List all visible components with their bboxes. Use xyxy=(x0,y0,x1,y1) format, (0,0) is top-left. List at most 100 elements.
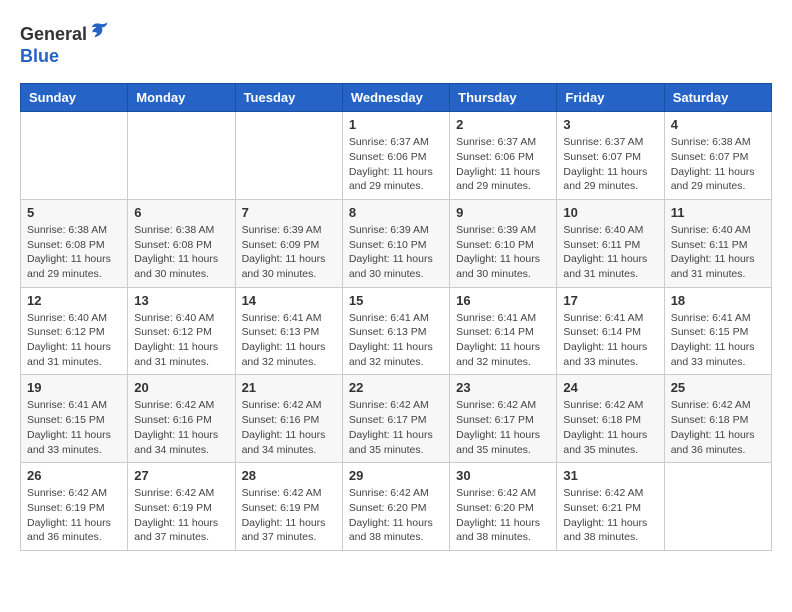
day-cell: 4 Sunrise: 6:38 AMSunset: 6:07 PMDaylight… xyxy=(664,112,771,200)
week-row-5: 26 Sunrise: 6:42 AMSunset: 6:19 PMDayligh… xyxy=(21,463,772,551)
day-info: Sunrise: 6:38 AMSunset: 6:08 PMDaylight:… xyxy=(27,223,121,282)
day-number: 15 xyxy=(349,293,443,308)
day-number: 24 xyxy=(563,380,657,395)
day-info: Sunrise: 6:42 AMSunset: 6:19 PMDaylight:… xyxy=(134,486,228,545)
day-info: Sunrise: 6:40 AMSunset: 6:11 PMDaylight:… xyxy=(671,223,765,282)
day-number: 5 xyxy=(27,205,121,220)
day-cell: 18 Sunrise: 6:41 AMSunset: 6:15 PMDayligh… xyxy=(664,287,771,375)
day-info: Sunrise: 6:38 AMSunset: 6:07 PMDaylight:… xyxy=(671,135,765,194)
day-info: Sunrise: 6:42 AMSunset: 6:18 PMDaylight:… xyxy=(563,398,657,457)
day-cell: 21 Sunrise: 6:42 AMSunset: 6:16 PMDayligh… xyxy=(235,375,342,463)
day-info: Sunrise: 6:42 AMSunset: 6:16 PMDaylight:… xyxy=(242,398,336,457)
day-cell xyxy=(235,112,342,200)
day-number: 21 xyxy=(242,380,336,395)
day-info: Sunrise: 6:39 AMSunset: 6:10 PMDaylight:… xyxy=(349,223,443,282)
day-cell: 9 Sunrise: 6:39 AMSunset: 6:10 PMDaylight… xyxy=(450,199,557,287)
day-cell: 16 Sunrise: 6:41 AMSunset: 6:14 PMDayligh… xyxy=(450,287,557,375)
day-cell: 20Sunrise: 6:42 AMSunset: 6:16 PMDayligh… xyxy=(128,375,235,463)
day-info: Sunrise: 6:40 AMSunset: 6:12 PMDaylight:… xyxy=(27,311,121,370)
day-cell: 17 Sunrise: 6:41 AMSunset: 6:14 PMDayligh… xyxy=(557,287,664,375)
day-number: 4 xyxy=(671,117,765,132)
day-info: Sunrise: 6:39 AMSunset: 6:10 PMDaylight:… xyxy=(456,223,550,282)
col-header-thursday: Thursday xyxy=(450,84,557,112)
day-cell xyxy=(664,463,771,551)
day-number: 8 xyxy=(349,205,443,220)
day-number: 10 xyxy=(563,205,657,220)
day-cell: 31 Sunrise: 6:42 AMSunset: 6:21 PMDayligh… xyxy=(557,463,664,551)
day-info: Sunrise: 6:41 AMSunset: 6:14 PMDaylight:… xyxy=(563,311,657,370)
day-cell: 12Sunrise: 6:40 AMSunset: 6:12 PMDayligh… xyxy=(21,287,128,375)
day-info: Sunrise: 6:40 AMSunset: 6:12 PMDaylight:… xyxy=(134,311,228,370)
calendar-header-row: SundayMondayTuesdayWednesdayThursdayFrid… xyxy=(21,84,772,112)
day-info: Sunrise: 6:42 AMSunset: 6:20 PMDaylight:… xyxy=(349,486,443,545)
day-number: 1 xyxy=(349,117,443,132)
day-info: Sunrise: 6:42 AMSunset: 6:17 PMDaylight:… xyxy=(456,398,550,457)
week-row-2: 5 Sunrise: 6:38 AMSunset: 6:08 PMDaylight… xyxy=(21,199,772,287)
day-cell: 22Sunrise: 6:42 AMSunset: 6:17 PMDayligh… xyxy=(342,375,449,463)
day-number: 13 xyxy=(134,293,228,308)
day-cell: 1 Sunrise: 6:37 AMSunset: 6:06 PMDaylight… xyxy=(342,112,449,200)
day-cell: 2Sunrise: 6:37 AMSunset: 6:06 PMDaylight… xyxy=(450,112,557,200)
day-cell: 15 Sunrise: 6:41 AMSunset: 6:13 PMDayligh… xyxy=(342,287,449,375)
day-info: Sunrise: 6:42 AMSunset: 6:21 PMDaylight:… xyxy=(563,486,657,545)
day-cell: 11 Sunrise: 6:40 AMSunset: 6:11 PMDayligh… xyxy=(664,199,771,287)
day-number: 9 xyxy=(456,205,550,220)
day-number: 23 xyxy=(456,380,550,395)
day-info: Sunrise: 6:42 AMSunset: 6:17 PMDaylight:… xyxy=(349,398,443,457)
logo-bird-icon xyxy=(89,20,109,40)
day-cell: 26 Sunrise: 6:42 AMSunset: 6:19 PMDayligh… xyxy=(21,463,128,551)
day-cell: 3 Sunrise: 6:37 AMSunset: 6:07 PMDaylight… xyxy=(557,112,664,200)
day-number: 30 xyxy=(456,468,550,483)
day-info: Sunrise: 6:42 AMSunset: 6:18 PMDaylight:… xyxy=(671,398,765,457)
day-info: Sunrise: 6:41 AMSunset: 6:13 PMDaylight:… xyxy=(242,311,336,370)
day-cell: 10 Sunrise: 6:40 AMSunset: 6:11 PMDayligh… xyxy=(557,199,664,287)
day-number: 11 xyxy=(671,205,765,220)
day-number: 2 xyxy=(456,117,550,132)
day-cell: 7Sunrise: 6:39 AMSunset: 6:09 PMDaylight… xyxy=(235,199,342,287)
day-cell: 6Sunrise: 6:38 AMSunset: 6:08 PMDaylight… xyxy=(128,199,235,287)
day-info: Sunrise: 6:41 AMSunset: 6:14 PMDaylight:… xyxy=(456,311,550,370)
day-cell xyxy=(21,112,128,200)
day-number: 29 xyxy=(349,468,443,483)
day-info: Sunrise: 6:41 AMSunset: 6:15 PMDaylight:… xyxy=(671,311,765,370)
day-number: 31 xyxy=(563,468,657,483)
day-cell: 5 Sunrise: 6:38 AMSunset: 6:08 PMDaylight… xyxy=(21,199,128,287)
day-number: 16 xyxy=(456,293,550,308)
page-header: General Blue xyxy=(20,20,772,67)
day-info: Sunrise: 6:42 AMSunset: 6:19 PMDaylight:… xyxy=(27,486,121,545)
day-info: Sunrise: 6:42 AMSunset: 6:20 PMDaylight:… xyxy=(456,486,550,545)
week-row-3: 12Sunrise: 6:40 AMSunset: 6:12 PMDayligh… xyxy=(21,287,772,375)
col-header-sunday: Sunday xyxy=(21,84,128,112)
logo-blue: Blue xyxy=(20,46,59,66)
day-cell: 8 Sunrise: 6:39 AMSunset: 6:10 PMDaylight… xyxy=(342,199,449,287)
col-header-saturday: Saturday xyxy=(664,84,771,112)
day-info: Sunrise: 6:37 AMSunset: 6:06 PMDaylight:… xyxy=(349,135,443,194)
logo-general: General xyxy=(20,24,87,44)
day-cell: 24 Sunrise: 6:42 AMSunset: 6:18 PMDayligh… xyxy=(557,375,664,463)
day-number: 18 xyxy=(671,293,765,308)
day-number: 17 xyxy=(563,293,657,308)
day-number: 26 xyxy=(27,468,121,483)
day-info: Sunrise: 6:42 AMSunset: 6:19 PMDaylight:… xyxy=(242,486,336,545)
day-cell: 29 Sunrise: 6:42 AMSunset: 6:20 PMDayligh… xyxy=(342,463,449,551)
day-cell: 23 Sunrise: 6:42 AMSunset: 6:17 PMDayligh… xyxy=(450,375,557,463)
day-number: 25 xyxy=(671,380,765,395)
col-header-monday: Monday xyxy=(128,84,235,112)
week-row-1: 1 Sunrise: 6:37 AMSunset: 6:06 PMDaylight… xyxy=(21,112,772,200)
day-cell: 27 Sunrise: 6:42 AMSunset: 6:19 PMDayligh… xyxy=(128,463,235,551)
day-info: Sunrise: 6:41 AMSunset: 6:13 PMDaylight:… xyxy=(349,311,443,370)
day-cell xyxy=(128,112,235,200)
day-info: Sunrise: 6:40 AMSunset: 6:11 PMDaylight:… xyxy=(563,223,657,282)
day-cell: 30 Sunrise: 6:42 AMSunset: 6:20 PMDayligh… xyxy=(450,463,557,551)
day-number: 19 xyxy=(27,380,121,395)
day-info: Sunrise: 6:37 AMSunset: 6:07 PMDaylight:… xyxy=(563,135,657,194)
day-number: 27 xyxy=(134,468,228,483)
day-cell: 28Sunrise: 6:42 AMSunset: 6:19 PMDayligh… xyxy=(235,463,342,551)
day-info: Sunrise: 6:39 AMSunset: 6:09 PMDaylight:… xyxy=(242,223,336,282)
col-header-friday: Friday xyxy=(557,84,664,112)
day-number: 3 xyxy=(563,117,657,132)
logo: General Blue xyxy=(20,20,109,67)
day-number: 6 xyxy=(134,205,228,220)
day-cell: 25 Sunrise: 6:42 AMSunset: 6:18 PMDayligh… xyxy=(664,375,771,463)
week-row-4: 19Sunrise: 6:41 AMSunset: 6:15 PMDayligh… xyxy=(21,375,772,463)
